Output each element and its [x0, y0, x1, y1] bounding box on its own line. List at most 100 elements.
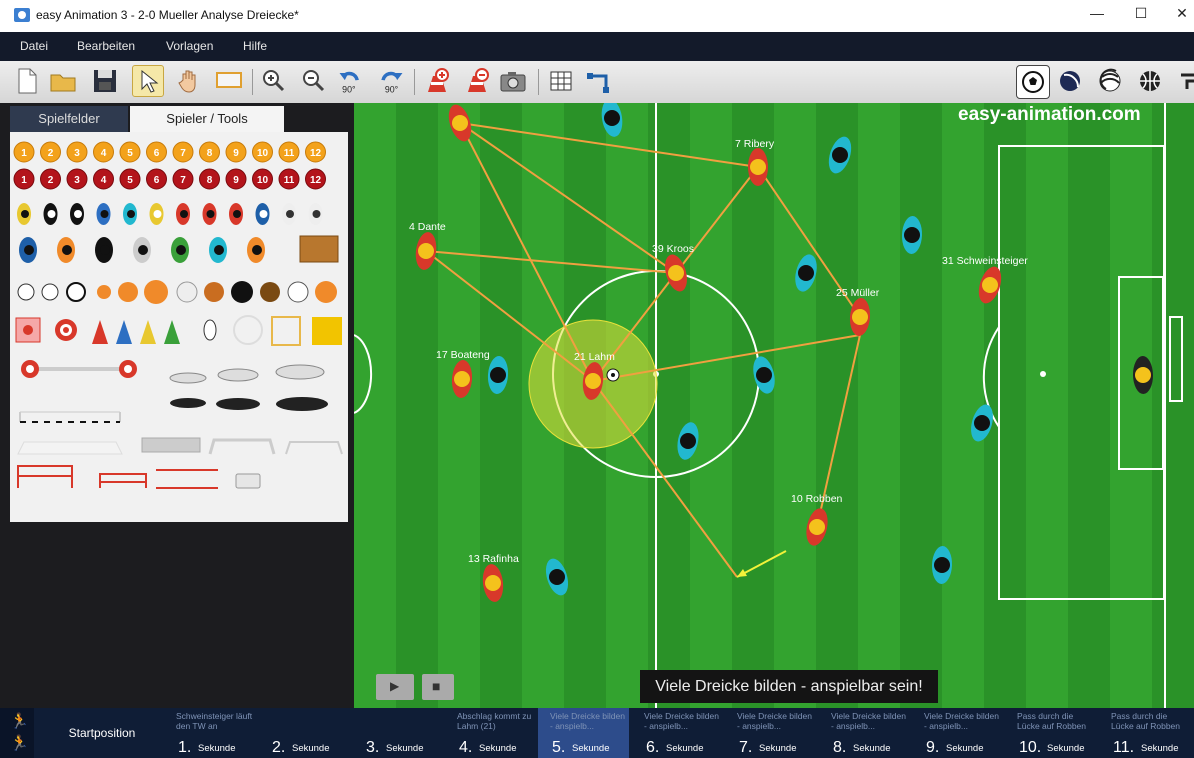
basketball-sport-button[interactable]	[1134, 65, 1166, 97]
timeline-step[interactable]: Pass durch die Lücke auf Robben 11. Sekund…	[1099, 708, 1190, 758]
rotate-left-button[interactable]: 90°	[336, 66, 370, 96]
menu-bearbeiten[interactable]: Bearbeiten	[77, 39, 135, 53]
player-token-icon[interactable]	[96, 203, 111, 225]
number-marker-orange[interactable]: 6	[146, 141, 167, 163]
filled-square-icon[interactable]	[312, 317, 342, 345]
shoe-black-icon[interactable]	[170, 398, 206, 408]
runner-icon[interactable]: 🏃	[10, 712, 29, 730]
number-marker-orange[interactable]: 5	[119, 141, 141, 163]
number-marker-orange[interactable]: 8	[199, 141, 220, 163]
goal-red-small-icon[interactable]	[99, 473, 147, 488]
menu-datei[interactable]: Datei	[20, 39, 48, 53]
soccer-ball-icon[interactable]	[66, 282, 86, 302]
brown-ball-icon[interactable]	[204, 282, 224, 302]
number-marker-red[interactable]: 3	[66, 168, 88, 190]
green-cone-icon[interactable]	[164, 320, 180, 344]
number-marker-orange[interactable]: 12	[305, 141, 326, 163]
number-marker-red[interactable]: 4	[93, 168, 114, 190]
dark-ball-icon[interactable]	[260, 282, 280, 302]
minimize-button[interactable]: —	[1082, 5, 1112, 21]
shoe-white-icon[interactable]	[217, 368, 259, 382]
field-canvas[interactable]: easy-animation.com 7 Ribery 4 Dante 39 K…	[354, 103, 1194, 708]
maximize-button[interactable]: ☐	[1126, 5, 1156, 22]
play-button[interactable]: ▶	[376, 674, 414, 700]
ball[interactable]	[606, 368, 620, 382]
player-token-icon[interactable]	[202, 203, 217, 225]
camera-button[interactable]	[498, 66, 528, 96]
timeline-step[interactable]: Viele Dreicke bilden - anspielb... 9. Seku…	[912, 708, 1003, 758]
orange-ball-icon[interactable]	[315, 281, 337, 303]
player-token-large-icon[interactable]	[209, 237, 227, 263]
number-marker-orange[interactable]: 11	[278, 141, 300, 163]
pole-tool[interactable]	[21, 360, 137, 378]
basketball-ball-icon[interactable]	[144, 280, 168, 304]
timeline-step[interactable]: Viele Dreicke bilden - anspielb... 8. Seku…	[819, 708, 910, 758]
timeline-step[interactable]: 2. Sekunde	[258, 708, 349, 758]
tab-spielfelder[interactable]: Spielfelder	[10, 106, 128, 132]
stop-button[interactable]: ■	[422, 674, 454, 700]
player-token-icon[interactable]	[282, 203, 296, 225]
player-token-icon[interactable]	[149, 203, 164, 225]
menu-vorlagen[interactable]: Vorlagen	[166, 39, 213, 53]
black-ball-icon[interactable]	[231, 281, 253, 303]
number-marker-orange[interactable]: 10	[252, 141, 273, 163]
yellow-cone-icon[interactable]	[140, 320, 156, 344]
number-marker-orange[interactable]: 9	[225, 141, 247, 163]
box-icon[interactable]	[235, 473, 261, 489]
number-marker-red[interactable]: 11	[278, 168, 300, 190]
goal-grey-icon[interactable]	[141, 437, 201, 453]
player-token-large-icon[interactable]	[95, 237, 113, 263]
timeline-step[interactable]: Abschlag kommt zu Lahm (21) 4. Sekunde	[445, 708, 536, 758]
timeline-step[interactable]: Viele Dreicke bilden - anspielb... 7. Seku…	[725, 708, 816, 758]
player-token-icon[interactable]	[17, 203, 31, 225]
number-marker-red[interactable]: 5	[119, 168, 141, 190]
shoe-black-icon[interactable]	[276, 397, 328, 411]
number-marker-red[interactable]: 2	[40, 168, 61, 190]
player-token-icon[interactable]	[229, 203, 243, 225]
circle-shape-icon[interactable]	[233, 315, 263, 345]
timeline-step[interactable]: 3. Sekunde	[352, 708, 443, 758]
soccer-sport-button[interactable]	[1016, 65, 1050, 99]
goal-red-icon[interactable]	[17, 465, 73, 488]
timeline-start-position[interactable]: Startposition	[40, 708, 164, 758]
number-marker-red[interactable]: 6	[146, 168, 167, 190]
rotate-right-button[interactable]: 90°	[376, 66, 410, 96]
player-token-large-icon[interactable]	[19, 237, 37, 263]
number-marker-red[interactable]: 1	[13, 168, 35, 190]
square-shape-icon[interactable]	[271, 316, 301, 346]
player-token-large-icon[interactable]	[57, 237, 75, 263]
number-marker-orange[interactable]: 4	[93, 141, 114, 163]
blue-cone-icon[interactable]	[116, 320, 132, 344]
player-token-icon[interactable]	[43, 203, 58, 225]
dashed-line-tool[interactable]	[19, 411, 121, 423]
new-file-button[interactable]	[12, 66, 42, 96]
shoe-black-icon[interactable]	[216, 398, 260, 410]
orange-ball-icon[interactable]	[118, 282, 138, 302]
soccer-ball-small-icon[interactable]	[41, 283, 59, 301]
timeline-step[interactable]: Pass durch die Lücke auf Robben 10. Sekund…	[1005, 708, 1096, 758]
menu-hilfe[interactable]: Hilfe	[243, 39, 267, 53]
goal-white-icon[interactable]	[17, 441, 123, 455]
number-marker-orange[interactable]: 2	[40, 141, 61, 163]
goal-small-icon[interactable]	[285, 441, 343, 455]
number-marker-orange[interactable]: 3	[66, 141, 88, 163]
select-tool-button[interactable]	[132, 65, 164, 97]
player-token-large-icon[interactable]	[247, 237, 265, 263]
number-marker-orange[interactable]: 7	[172, 141, 194, 163]
red-player[interactable]	[748, 148, 768, 186]
timeline-step[interactable]: Schweinsteiger läuft den TW an 1. Sekunde	[164, 708, 255, 758]
rectangle-tool-button[interactable]	[214, 66, 244, 96]
number-marker-red[interactable]: 8	[199, 168, 220, 190]
crate-icon[interactable]	[299, 235, 339, 263]
number-marker-red[interactable]: 7	[172, 168, 194, 190]
timeline-step[interactable]: Viele Dreicke bilden - anspielb... 6. Seku…	[632, 708, 723, 758]
number-marker-red[interactable]: 9	[225, 168, 247, 190]
timeline-step[interactable]: Viele Dreicke bilden - anspielb... 5. Seku…	[538, 708, 629, 758]
soccer-ball-small-icon[interactable]	[17, 283, 35, 301]
zoom-in-button[interactable]	[258, 66, 288, 96]
disc-icon[interactable]	[203, 319, 217, 341]
goal-frame-icon[interactable]	[208, 438, 276, 455]
grid-button[interactable]	[546, 66, 576, 96]
red-cone-icon[interactable]	[92, 320, 108, 344]
hand-tool-button[interactable]	[174, 66, 204, 96]
